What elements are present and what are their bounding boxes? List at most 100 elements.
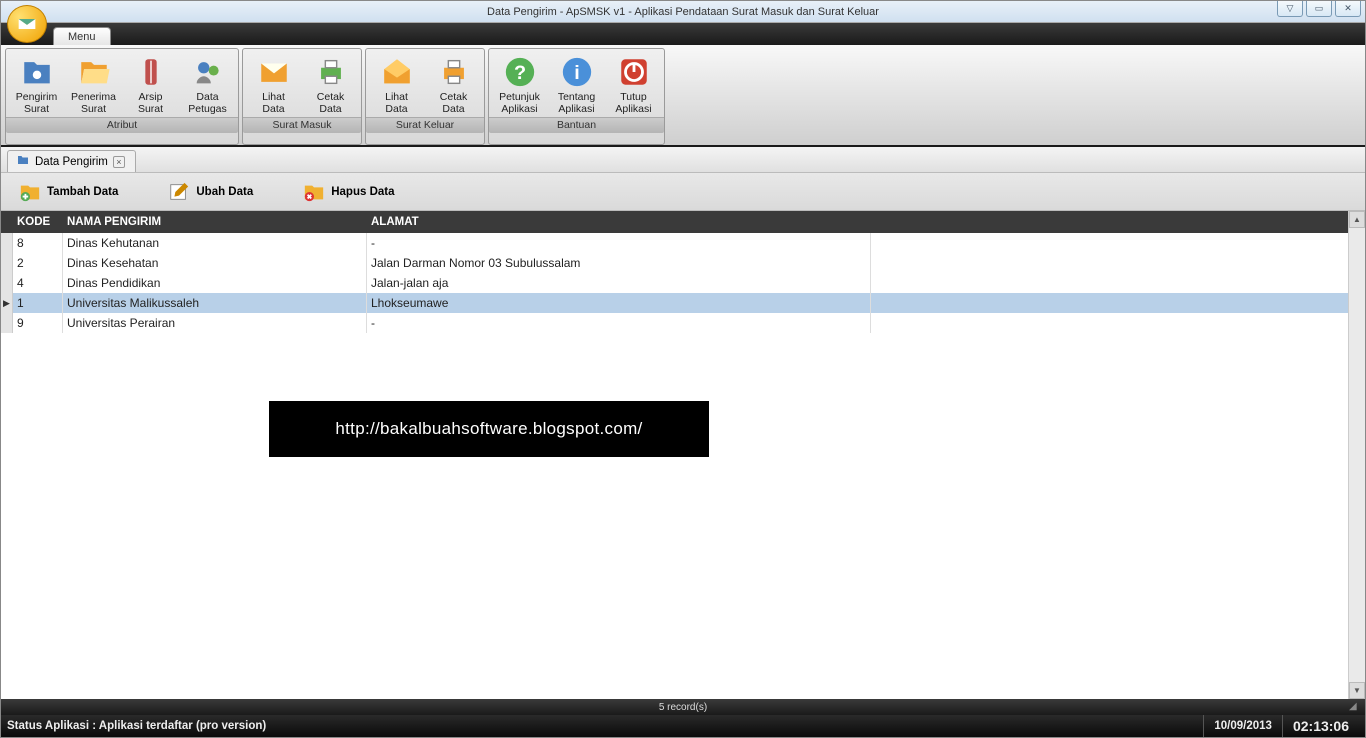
- ribbon-label: Cetak Data: [317, 92, 344, 115]
- add-label: Tambah Data: [47, 186, 118, 198]
- row-indicator: [1, 313, 13, 333]
- grid-area: KODE NAMA PENGIRIM ALAMAT 8Dinas Kehutan…: [1, 211, 1365, 699]
- cell-nama: Dinas Pendidikan: [63, 273, 367, 293]
- maximize-button[interactable]: ▭: [1306, 1, 1332, 17]
- table-row[interactable]: 4Dinas PendidikanJalan-jalan aja: [1, 273, 1348, 293]
- tab-label: Data Pengirim: [35, 156, 108, 168]
- ribbon-petunjuk-aplikasi[interactable]: ? Petunjuk Aplikasi: [491, 52, 548, 117]
- ribbon-group-surat-keluar: Lihat DataCetak DataSurat Keluar: [365, 48, 485, 145]
- cell-nama: Universitas Perairan: [63, 313, 367, 333]
- header-nama[interactable]: NAMA PENGIRIM: [63, 216, 367, 228]
- info-icon: i: [559, 54, 595, 90]
- cell-nama: Universitas Malikussaleh: [63, 293, 367, 313]
- cell-kode: 4: [13, 273, 63, 293]
- ribbon-label: Arsip Surat: [138, 92, 163, 115]
- status-text: Status Aplikasi : Aplikasi terdaftar (pr…: [7, 720, 266, 732]
- watermark-overlay: http://bakalbuahsoftware.blogspot.com/: [269, 401, 709, 457]
- row-indicator: [1, 273, 13, 293]
- titlebar: Data Pengirim - ApSMSK v1 - Aplikasi Pen…: [1, 1, 1365, 23]
- app-icon[interactable]: [7, 5, 47, 43]
- status-bar: Status Aplikasi : Aplikasi terdaftar (pr…: [1, 715, 1365, 737]
- header-kode[interactable]: KODE: [13, 216, 63, 228]
- close-button[interactable]: ✕: [1335, 1, 1361, 17]
- row-indicator: ▶: [1, 293, 13, 313]
- cell-kode: 8: [13, 233, 63, 253]
- cell-alamat: Lhokseumawe: [367, 293, 871, 313]
- scroll-up-button[interactable]: ▲: [1349, 211, 1365, 228]
- ribbon-group-label: Atribut: [6, 117, 238, 133]
- records-bar: 5 record(s) ◢: [1, 699, 1365, 715]
- ribbon-cetak-data[interactable]: Cetak Data: [425, 52, 482, 117]
- ribbon-label: Petunjuk Aplikasi: [499, 92, 540, 115]
- ribbon-cetak-data[interactable]: Cetak Data: [302, 52, 359, 117]
- ribbon: Pengirim Surat Penerima Surat Arsip Surat D…: [1, 45, 1365, 147]
- ribbon-tutup-aplikasi[interactable]: Tutup Aplikasi: [605, 52, 662, 117]
- ribbon-group-label: Bantuan: [489, 117, 664, 133]
- cell-alamat: Jalan Darman Nomor 03 Subulussalam: [367, 253, 871, 273]
- help-icon: ?: [502, 54, 538, 90]
- ribbon-group-atribut: Pengirim Surat Penerima Surat Arsip Surat D…: [5, 48, 239, 145]
- delete-label: Hapus Data: [331, 186, 394, 198]
- edit-label: Ubah Data: [196, 186, 253, 198]
- table-row[interactable]: 9Universitas Perairan-: [1, 313, 1348, 333]
- row-indicator: [1, 253, 13, 273]
- scroll-down-button[interactable]: ▼: [1349, 682, 1365, 699]
- cell-kode: 9: [13, 313, 63, 333]
- tab-close-button[interactable]: ×: [113, 156, 125, 168]
- users-icon: [190, 54, 226, 90]
- ribbon-label: Lihat Data: [385, 92, 408, 115]
- row-indicator: [1, 233, 13, 253]
- menu-tab[interactable]: Menu: [53, 27, 111, 45]
- ribbon-group-bantuan: ? Petunjuk Aplikasi i Tentang Aplikasi Tutup…: [488, 48, 665, 145]
- cell-kode: 1: [13, 293, 63, 313]
- ribbon-group-surat-masuk: Lihat Data Cetak Data Surat Masuk: [242, 48, 362, 145]
- ribbon-label: Tentang Aplikasi: [558, 92, 595, 115]
- table-row[interactable]: ▶1Universitas MalikussalehLhokseumawe: [1, 293, 1348, 313]
- grid-header: KODE NAMA PENGIRIM ALAMAT: [1, 211, 1348, 233]
- app-header: Menu: [1, 23, 1365, 45]
- edit-icon: [168, 181, 190, 203]
- ribbon-label: Tutup Aplikasi: [615, 92, 651, 115]
- ribbon-penerima-surat[interactable]: Penerima Surat: [65, 52, 122, 117]
- ribbon-label: Cetak Data: [440, 92, 467, 115]
- tab-data-pengirim[interactable]: Data Pengirim ×: [7, 150, 136, 172]
- status-date: 10/09/2013: [1203, 715, 1282, 737]
- data-grid[interactable]: KODE NAMA PENGIRIM ALAMAT 8Dinas Kehutan…: [1, 211, 1348, 699]
- toolbar: Tambah Data Ubah Data Hapus Data: [1, 173, 1365, 211]
- folder-open-icon: [76, 54, 112, 90]
- add-button[interactable]: Tambah Data: [19, 181, 118, 203]
- table-row[interactable]: 2Dinas KesehatanJalan Darman Nomor 03 Su…: [1, 253, 1348, 273]
- ribbon-arsip-surat[interactable]: Arsip Surat: [122, 52, 179, 117]
- svg-text:?: ?: [513, 62, 525, 84]
- ribbon-group-label: Surat Masuk: [243, 117, 361, 133]
- ribbon-label: Data Petugas: [188, 92, 227, 115]
- document-tabs: Data Pengirim ×: [1, 147, 1365, 173]
- cell-kode: 2: [13, 253, 63, 273]
- ribbon-lihat-data[interactable]: Lihat Data: [245, 52, 302, 117]
- ribbon-label: Pengirim Surat: [16, 92, 57, 115]
- table-row[interactable]: 8Dinas Kehutanan-: [1, 233, 1348, 253]
- status-time: 02:13:06: [1282, 715, 1359, 737]
- ribbon-label: Penerima Surat: [71, 92, 116, 115]
- edit-button[interactable]: Ubah Data: [168, 181, 253, 203]
- folder-user-icon: [19, 54, 55, 90]
- resize-grip-icon: ◢: [1349, 701, 1363, 715]
- folder-icon: [16, 154, 30, 169]
- ribbon-data-petugas[interactable]: Data Petugas: [179, 52, 236, 117]
- svg-text:i: i: [574, 62, 580, 84]
- ribbon-lihat-data[interactable]: Lihat Data: [368, 52, 425, 117]
- printer-icon: [313, 54, 349, 90]
- cell-alamat: -: [367, 313, 871, 333]
- minimize-button[interactable]: ▽: [1277, 1, 1303, 17]
- cell-nama: Dinas Kesehatan: [63, 253, 367, 273]
- header-alamat[interactable]: ALAMAT: [367, 216, 871, 228]
- zipper-icon: [133, 54, 169, 90]
- printer-orange-icon: [436, 54, 472, 90]
- records-count: 5 record(s): [659, 702, 707, 713]
- power-icon: [616, 54, 652, 90]
- vertical-scrollbar[interactable]: ▲ ▼: [1348, 211, 1365, 699]
- delete-button[interactable]: Hapus Data: [303, 181, 394, 203]
- ribbon-pengirim-surat[interactable]: Pengirim Surat: [8, 52, 65, 117]
- ribbon-tentang-aplikasi[interactable]: i Tentang Aplikasi: [548, 52, 605, 117]
- cell-alamat: Jalan-jalan aja: [367, 273, 871, 293]
